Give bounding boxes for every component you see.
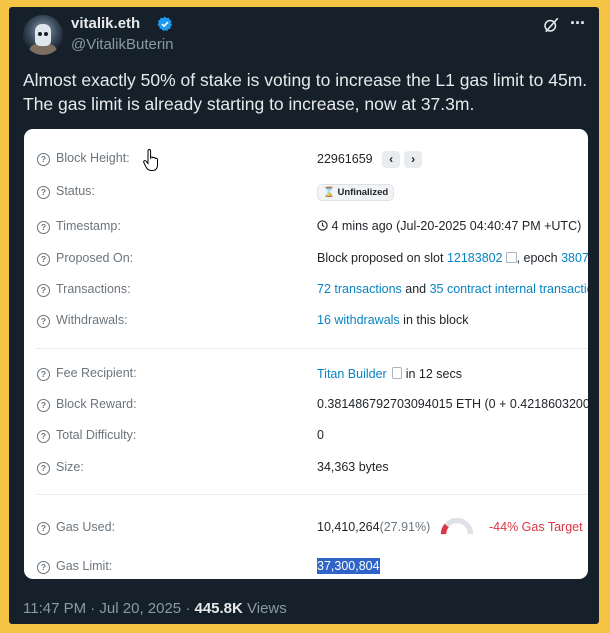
value-gas-used: 10,410,264(27.91%) [317,520,431,534]
tweet-text-line-2: The gas limit is already starting to inc… [23,94,475,114]
label-block-height: Block Height: [56,151,130,165]
row-gas-used: ? Gas Used: 10,410,264(27.91%) -44% Gas … [24,517,588,540]
label-fee-recipient: Fee Recipient: [56,366,137,380]
label-timestamp: Timestamp: [56,219,121,233]
tweet-text-line-1: Almost exactly 50% of stake is voting to… [23,70,588,90]
row-total-difficulty: ? Total Difficulty: 0 [24,426,588,448]
value-block-height: 22961659 ‹ › [317,151,423,168]
verified-badge-icon [157,16,173,31]
value-block-reward: 0.381486792703094015 ETH (0 + 0.42186032… [317,397,588,411]
epoch-link[interactable]: 38074 [561,251,588,265]
label-transactions: Transactions: [56,282,131,296]
help-icon: ? [37,315,50,328]
views-count: 445.8K [194,600,243,617]
row-block-reward: ? Block Reward: 0.381486792703094015 ETH… [24,395,588,417]
author-handle[interactable]: @VitalikButerin [71,36,174,53]
row-withdrawals: ? Withdrawals: 16 withdrawals in this bl… [24,311,588,333]
next-block-button[interactable]: › [404,151,423,168]
row-transactions: ? Transactions: 72 transactions and 35 c… [24,280,588,302]
row-block-height: ? Block Height: 22961659 ‹ › [24,149,588,171]
pointer-hand-cursor-icon [143,149,158,171]
value-gas-limit: 37,300,804 [317,558,380,574]
tweet-text: Almost exactly 50% of stake is voting to… [23,68,589,116]
label-size: Size: [56,460,84,474]
external-link-icon[interactable] [505,252,517,263]
grok-icon[interactable] [542,16,560,34]
help-icon: ? [37,462,50,475]
divider [36,494,588,495]
fee-recipient-link[interactable]: Titan Builder [317,367,387,381]
value-transactions: 72 transactions and 35 contract internal… [317,282,588,296]
help-icon: ? [37,430,50,443]
author-name[interactable]: vitalik.eth [71,15,140,32]
block-details-image[interactable]: ? Block Height: 22961659 ‹ › ? Status: ⌛ … [24,129,588,579]
block-number: 22961659 [317,151,373,166]
help-icon: ? [37,186,50,199]
value-timestamp: 4 mins ago (Jul-20-2025 04:40:47 PM +UTC… [317,219,581,233]
help-icon: ? [37,153,50,166]
internal-transactions-link[interactable]: 35 contract internal transactio [430,282,588,296]
help-icon: ? [37,221,50,234]
label-block-reward: Block Reward: [56,397,137,411]
status-badge: ⌛ Unfinalized [317,184,395,201]
help-icon: ? [37,368,50,381]
gas-target: -44% Gas Target [489,520,583,534]
prev-block-button[interactable]: ‹ [382,151,401,168]
value-total-difficulty: 0 [317,428,324,442]
row-gas-limit: ? Gas Limit: 37,300,804 [24,557,588,579]
label-proposed-on: Proposed On: [56,251,134,265]
row-size: ? Size: 34,363 bytes [24,458,588,480]
help-icon: ? [37,561,50,574]
gas-gauge-icon [440,517,474,535]
row-status: ? Status: ⌛ Unfinalized [24,182,588,204]
value-status: ⌛ Unfinalized [317,184,395,201]
selected-gas-limit-text[interactable]: 37,300,804 [317,558,380,574]
row-fee-recipient: ? Fee Recipient: Titan Builder in 12 secs [24,364,588,386]
hourglass-icon: ⌛ [323,187,335,198]
help-icon: ? [37,253,50,266]
divider [36,348,588,349]
value-proposed-on: Block proposed on slot 12183802, epoch 3… [317,251,588,265]
help-icon: ? [37,399,50,412]
more-options-icon[interactable]: ··· [570,13,586,34]
label-gas-used: Gas Used: [56,520,116,534]
avatar[interactable] [23,15,63,55]
tweet-footer: 11:47 PM · Jul 20, 2025 · 445.8K Views [23,600,287,617]
label-gas-limit: Gas Limit: [56,559,113,573]
value-size: 34,363 bytes [317,460,389,474]
slot-link[interactable]: 12183802 [447,251,503,265]
label-withdrawals: Withdrawals: [56,313,128,327]
tweet-card: vitalik.eth @VitalikButerin ··· Almost e… [9,7,599,624]
transactions-link[interactable]: 72 transactions [317,282,402,296]
tweet-timestamp[interactable]: 11:47 PM · Jul 20, 2025 · [23,600,194,617]
clock-icon [317,220,328,231]
withdrawals-link[interactable]: 16 withdrawals [317,313,400,327]
copy-icon[interactable] [391,367,402,379]
row-timestamp: ? Timestamp: 4 mins ago (Jul-20-2025 04:… [24,217,588,239]
views-label: Views [242,600,287,617]
value-withdrawals: 16 withdrawals in this block [317,313,469,327]
label-total-difficulty: Total Difficulty: [56,428,137,442]
row-proposed-on: ? Proposed On: Block proposed on slot 12… [24,249,588,271]
value-fee-recipient: Titan Builder in 12 secs [317,367,462,381]
label-status: Status: [56,184,95,198]
help-icon: ? [37,522,50,535]
help-icon: ? [37,284,50,297]
